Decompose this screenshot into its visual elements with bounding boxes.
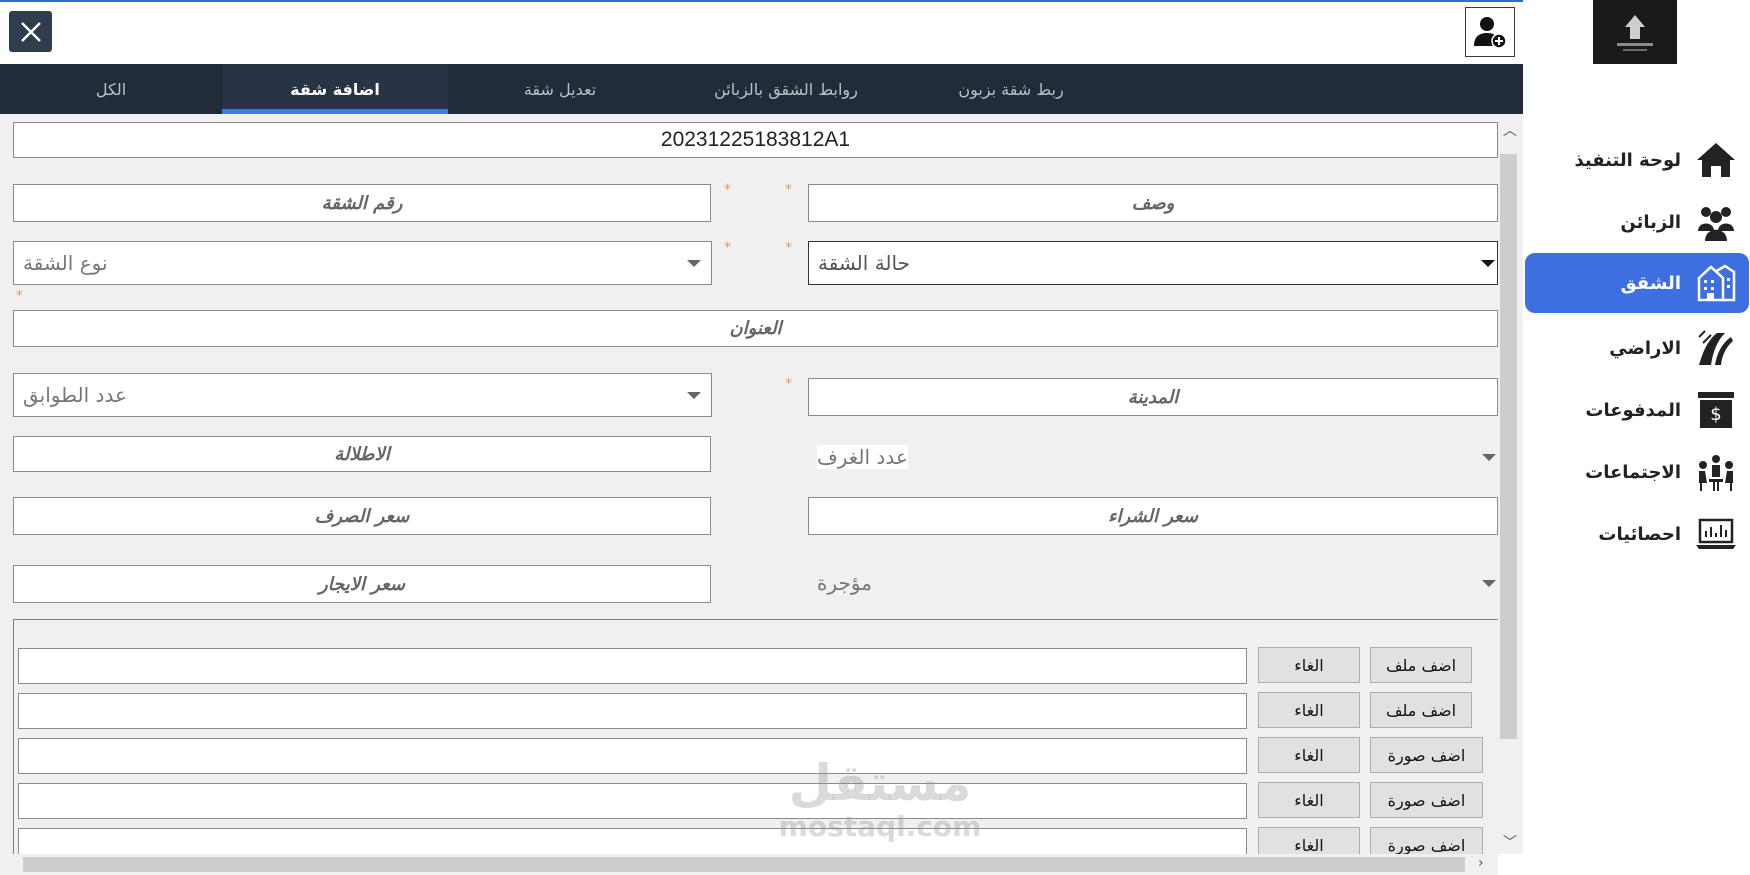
apartment-type-select[interactable]: نوع الشقة xyxy=(13,241,712,285)
scroll-right-icon[interactable]: › xyxy=(1478,855,1484,871)
sidebar-item-label: الشقق xyxy=(1620,272,1681,294)
tab-edit-apartment[interactable]: تعديل شقة xyxy=(448,64,672,114)
tab-all[interactable]: الكل xyxy=(0,64,222,114)
sidebar-item-customers[interactable]: الزبائن xyxy=(1525,192,1749,252)
tab-bar: الكل اضافة شقة تعديل شقة روابط الشقق بال… xyxy=(0,64,1523,114)
add-image-button[interactable]: اضف صورة xyxy=(1370,782,1483,818)
add-file-button[interactable]: اضف ملف xyxy=(1370,647,1472,683)
sidebar-item-label: الاراضي xyxy=(1609,337,1681,359)
sidebar-item-lands[interactable]: الاراضي xyxy=(1525,318,1749,378)
rooms-count-value: عدد الغرف xyxy=(817,445,908,469)
image-path-input[interactable] xyxy=(18,828,1247,854)
sidebar-item-label: الاجتماعات xyxy=(1585,461,1681,483)
file-path-input[interactable] xyxy=(18,648,1247,684)
sidebar-item-dashboard[interactable]: لوحة التنفيذ xyxy=(1525,130,1749,190)
apartment-type-value: نوع الشقة xyxy=(23,251,108,275)
cancel-image-button[interactable]: الغاء xyxy=(1258,827,1360,854)
payments-icon: $ xyxy=(1695,389,1737,431)
sidebar-item-label: لوحة التنفيذ xyxy=(1574,149,1681,171)
horizontal-scrollbar[interactable]: › xyxy=(0,854,1498,875)
statistics-icon xyxy=(1695,513,1737,555)
sidebar: لوحة التنفيذ الزبائن الشقق الاراضي المدف… xyxy=(1523,0,1750,875)
vertical-scroll-thumb[interactable] xyxy=(1500,154,1517,739)
cancel-file-button[interactable]: الغاء xyxy=(1258,692,1360,728)
tab-link-apartment-customer[interactable]: ربط شقة بزبون xyxy=(900,64,1122,114)
tab-add-apartment[interactable]: اضافة شقة xyxy=(222,64,448,114)
floors-count-select[interactable]: عدد الطوابق xyxy=(13,373,712,417)
scroll-down-icon[interactable]: ﹀ xyxy=(1503,832,1517,852)
description-field[interactable]: وصف xyxy=(808,184,1498,222)
cancel-file-button[interactable]: الغاء xyxy=(1258,647,1360,683)
city-field[interactable]: المدينة xyxy=(808,378,1498,416)
cancel-image-button[interactable]: الغاء xyxy=(1258,737,1360,773)
required-mark: * xyxy=(724,182,731,198)
add-image-button[interactable]: اضف صورة xyxy=(1370,827,1483,854)
required-mark: * xyxy=(785,376,792,392)
scroll-up-icon[interactable]: ︿ xyxy=(1503,120,1517,140)
required-mark: * xyxy=(16,288,23,304)
add-user-icon xyxy=(1474,17,1507,49)
add-file-button[interactable]: اضف ملف xyxy=(1370,692,1472,728)
apartment-status-select[interactable]: حالة الشقة xyxy=(808,241,1498,285)
apartment-number-field[interactable]: رقم الشقة xyxy=(13,184,711,222)
purchase-price-field[interactable]: سعر الشراء xyxy=(808,497,1498,535)
add-image-button[interactable]: اضف صورة xyxy=(1370,737,1483,773)
customers-icon xyxy=(1695,201,1737,243)
required-mark: * xyxy=(785,240,792,256)
sidebar-item-label: المدفوعات xyxy=(1585,399,1681,421)
cancel-image-button[interactable]: الغاء xyxy=(1258,782,1360,818)
chevron-down-icon xyxy=(687,392,701,399)
app-window: الكل اضافة شقة تعديل شقة روابط الشقق بال… xyxy=(0,0,1750,875)
meetings-icon xyxy=(1695,451,1737,493)
logo-icon xyxy=(1617,15,1653,51)
apartment-status-value: حالة الشقة xyxy=(818,251,910,275)
horizontal-scroll-thumb[interactable] xyxy=(23,857,1465,872)
rent-status-value: مؤجرة xyxy=(817,571,872,595)
sidebar-item-label: احصائيات xyxy=(1598,523,1681,545)
window-top-border xyxy=(0,0,1750,2)
sidebar-item-apartments[interactable]: الشقق xyxy=(1525,253,1749,313)
chevron-down-icon xyxy=(1482,580,1496,587)
sidebar-item-label: الزبائن xyxy=(1620,211,1681,233)
chevron-down-icon xyxy=(1482,454,1496,461)
file-path-input[interactable] xyxy=(18,693,1247,729)
view-field[interactable]: الاطلالة xyxy=(13,436,711,472)
company-logo xyxy=(1593,0,1677,64)
rooms-count-select[interactable]: عدد الغرف xyxy=(808,435,1498,479)
form-panel: 20231225183812A1 وصف * * رقم الشقة حالة … xyxy=(0,114,1498,854)
close-icon xyxy=(20,21,41,42)
sale-price-field[interactable]: سعر الصرف xyxy=(13,497,711,535)
rent-status-select[interactable]: مؤجرة xyxy=(808,561,1498,605)
sidebar-item-meetings[interactable]: الاجتماعات xyxy=(1525,442,1749,502)
add-user-button[interactable] xyxy=(1465,7,1515,57)
lands-icon xyxy=(1695,327,1737,369)
image-path-input[interactable] xyxy=(18,783,1247,819)
floors-count-value: عدد الطوابق xyxy=(23,383,127,407)
chevron-down-icon xyxy=(1481,260,1495,267)
tab-apartment-customer-links[interactable]: روابط الشقق بالزبائن xyxy=(672,64,900,114)
close-button[interactable] xyxy=(9,11,52,52)
home-icon xyxy=(1695,139,1737,181)
address-field[interactable]: العنوان xyxy=(13,310,1498,347)
rent-price-field[interactable]: سعر الايجار xyxy=(13,565,711,603)
required-mark: * xyxy=(785,182,792,198)
vertical-scrollbar[interactable]: ︿ ﹀ xyxy=(1498,114,1523,854)
attachments-group: الغاء اضف ملف الغاء اضف ملف الغاء اضف صو… xyxy=(13,619,1498,854)
sidebar-item-payments[interactable]: المدفوعات $ xyxy=(1525,380,1749,440)
required-mark: * xyxy=(724,240,731,256)
image-path-input[interactable] xyxy=(18,738,1247,774)
svg-text:$: $ xyxy=(1710,404,1721,425)
sidebar-item-statistics[interactable]: احصائيات xyxy=(1525,504,1749,564)
apartments-icon xyxy=(1695,262,1737,304)
apartment-id-field[interactable]: 20231225183812A1 xyxy=(13,122,1498,158)
chevron-down-icon xyxy=(687,260,701,267)
